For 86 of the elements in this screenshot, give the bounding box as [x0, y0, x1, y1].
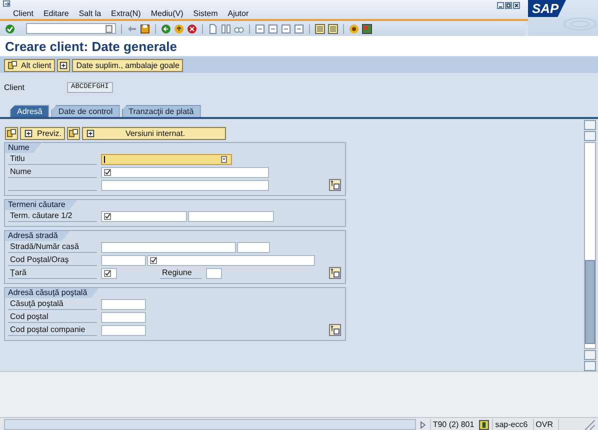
command-field[interactable] [26, 23, 116, 34]
help-icon[interactable] [349, 24, 359, 34]
vertical-scrollbar[interactable] [584, 119, 596, 371]
tab[interactable]: Tranzacţii de plată [122, 105, 201, 117]
field-label: Nume [8, 166, 97, 178]
more-fields-icon[interactable] [329, 324, 341, 336]
sap-logo: SAP [528, 0, 566, 17]
group-title: Termeni căutare [5, 200, 78, 210]
play-icon[interactable] [418, 420, 427, 428]
tab[interactable]: Date de control [51, 105, 120, 117]
input-field[interactable] [101, 268, 117, 278]
required-icon [104, 270, 111, 276]
required-icon [150, 256, 157, 264]
scroll-up-icon[interactable] [584, 120, 596, 130]
cancel-icon[interactable] [187, 24, 197, 34]
preview-button[interactable]: Previz. [20, 126, 66, 140]
ripple-drawing [563, 17, 597, 31]
more-fields-icon[interactable] [329, 179, 341, 191]
input-field[interactable] [101, 254, 146, 266]
group-title: Adresă căsuţă poştală [5, 288, 100, 298]
group-title: Adresă stradă [5, 231, 70, 241]
required-icon [104, 212, 111, 220]
document-button[interactable] [57, 58, 70, 72]
field-label: Cod poştal [8, 311, 97, 323]
session-info: T90 (2) 801 [430, 419, 476, 430]
input-field[interactable] [101, 298, 146, 310]
field-label: Căsuţă poştală [8, 298, 97, 310]
scroll-up-icon[interactable] [584, 350, 596, 360]
dropdown-icon[interactable] [221, 156, 227, 162]
resize-grip-icon[interactable] [584, 418, 596, 430]
field-label: Cod poştal companie [8, 324, 97, 336]
menu-item[interactable]: Client [13, 9, 34, 18]
menu-item[interactable]: Salt la [78, 9, 102, 18]
minimize-icon[interactable] [497, 2, 504, 9]
scroll-down-icon[interactable] [584, 361, 596, 371]
group-title: Nume [5, 143, 42, 153]
exit-icon[interactable] [174, 24, 184, 34]
new-page-icon[interactable] [208, 24, 218, 34]
input-field[interactable] [101, 210, 187, 222]
check-icon[interactable] [5, 24, 15, 34]
required-icon [104, 168, 111, 176]
input-field[interactable] [147, 254, 315, 266]
menu-item[interactable]: Extra(N) [111, 9, 141, 18]
columns-icon[interactable] [221, 24, 231, 34]
field-label: Client [4, 82, 26, 92]
input-field[interactable] [101, 180, 269, 190]
back-icon[interactable] [161, 24, 171, 34]
input-field[interactable] [101, 324, 146, 336]
menu-item[interactable]: Ajutor [228, 9, 249, 18]
maximize-icon[interactable] [505, 2, 512, 9]
field-label: Term. căutare 1/2 [8, 210, 97, 222]
tab[interactable]: Adresă [10, 105, 50, 117]
save-icon[interactable] [140, 24, 150, 34]
field-label: Regiune [160, 267, 202, 279]
select-button[interactable] [5, 126, 18, 140]
lock-button[interactable] [67, 126, 80, 140]
scroll-thumb[interactable] [585, 260, 595, 344]
window-menu-icon[interactable] [3, 0, 11, 8]
more-fields-icon[interactable] [329, 267, 341, 279]
menu-item[interactable]: Sistem [193, 9, 218, 18]
dropdown-field[interactable] [101, 154, 232, 164]
input-field[interactable] [101, 312, 146, 322]
screen-title: Creare client: Date generale [5, 38, 177, 54]
menu-item[interactable]: Editare [43, 9, 69, 18]
layout-icon[interactable] [328, 24, 338, 34]
scroll-down-icon[interactable] [584, 131, 596, 141]
customize-icon[interactable] [362, 24, 372, 34]
field-label: Cod Poştal/Oraş [8, 254, 97, 266]
field-label: Stradă/Număr casă [8, 241, 97, 253]
server-name: sap-ecc6 [492, 419, 530, 430]
field-label: Ţară [8, 267, 97, 279]
server-icon[interactable] [479, 420, 490, 430]
input-field[interactable] [101, 242, 236, 252]
layout-icon[interactable] [315, 24, 325, 34]
versions-button[interactable]: Versiuni internat. [82, 126, 226, 140]
input-field[interactable] [206, 268, 222, 278]
other-client-button[interactable]: Alt client [4, 58, 56, 72]
input-field[interactable] [237, 242, 270, 252]
input-field[interactable] [101, 166, 269, 178]
dropdown-icon[interactable] [105, 24, 113, 32]
input-field[interactable] [188, 210, 274, 222]
input-mode: OVR [532, 419, 555, 430]
extra-data-button[interactable]: Date suplim., ambalaje goale [72, 58, 184, 72]
menu-item[interactable]: Mediu(V) [150, 9, 184, 18]
close-icon[interactable] [513, 2, 520, 9]
field-label: Titlu [8, 153, 97, 165]
